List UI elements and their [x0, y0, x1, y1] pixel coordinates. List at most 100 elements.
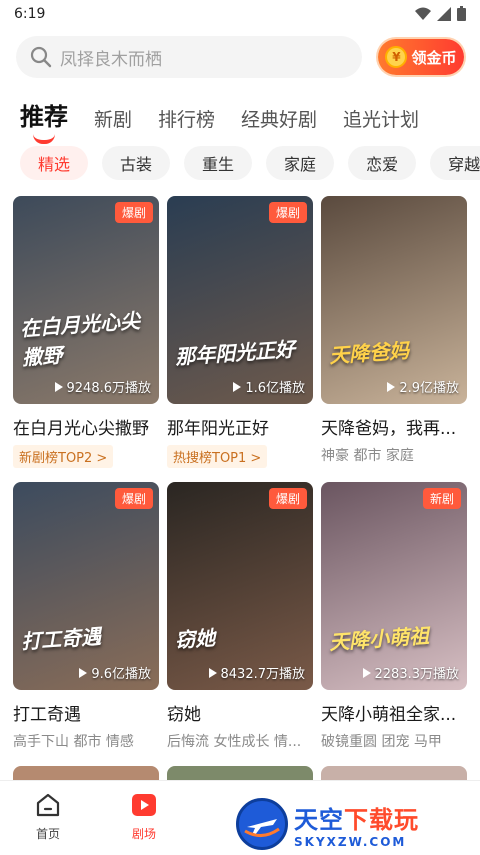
drama-card[interactable]: 天降爸妈 2.9亿播放 天降爸妈，我再... 神豪 都市 家庭 [321, 196, 467, 465]
watermark-cn-accent: 下载玩 [344, 805, 419, 834]
drama-card[interactable]: 那年阳光正好 爆剧 1.6亿播放 那年阳光正好 热搜榜TOP1 > [167, 196, 313, 468]
drama-poster[interactable]: 天降爸妈 2.9亿播放 [321, 196, 467, 404]
play-icon [79, 667, 88, 678]
claim-coins-button[interactable]: ¥ 领金币 [378, 39, 464, 75]
watermark-cn: 天空下载玩 [294, 800, 419, 835]
drama-poster[interactable]: 打工奇遇 爆剧 9.6亿播放 [13, 482, 159, 690]
play-count-text: 8432.7万播放 [220, 667, 306, 682]
coin-icon: ¥ [385, 46, 408, 68]
nav-home[interactable]: 首页 [8, 791, 88, 842]
wifi-icon [415, 7, 431, 20]
drama-title[interactable]: 窃她 [167, 700, 313, 725]
play-theater-icon [132, 794, 156, 816]
play-count: 9.6亿播放 [79, 663, 151, 682]
search-placeholder: 凤择良木而栖 [60, 49, 162, 70]
next-row-poster-peek [13, 766, 159, 780]
tab-new-dramas[interactable]: 新剧 [94, 105, 132, 140]
nav-label: 剧场 [131, 827, 156, 841]
tab-classics[interactable]: 经典好剧 [241, 105, 317, 140]
signal-icon [437, 6, 451, 21]
search-input[interactable]: 凤择良木而栖 [16, 36, 362, 78]
drama-card[interactable]: 打工奇遇 爆剧 9.6亿播放 打工奇遇 高手下山 都市 情感 [13, 482, 159, 751]
drama-title[interactable]: 天降小萌祖全家... [321, 700, 467, 725]
nav-theater[interactable]: 剧场 [104, 791, 184, 842]
drama-title[interactable]: 在白月光心尖撒野 [13, 414, 159, 439]
rank-tag[interactable]: 新剧榜TOP2 > [13, 445, 114, 468]
chip-time-travel[interactable]: 穿越 [430, 146, 480, 180]
drama-card[interactable]: 天降小萌祖 新剧 2283.3万播放 天降小萌祖全家... 破镜重圆 团宠 马甲 [321, 482, 467, 751]
watermark-en: SKYXZW.COM [294, 834, 407, 849]
site-watermark: 天空下载玩 SKYXZW.COM [236, 794, 480, 854]
drama-title[interactable]: 打工奇遇 [13, 700, 159, 725]
airplane-icon [244, 819, 280, 837]
category-chips: 精选 古装 重生 家庭 恋爱 穿越 [20, 146, 480, 180]
play-count: 1.6亿播放 [233, 377, 305, 396]
play-icon [362, 667, 371, 678]
home-icon [36, 793, 60, 817]
drama-title[interactable]: 天降爸妈，我再... [321, 414, 467, 439]
claim-coins-label: 领金币 [411, 48, 457, 67]
status-time: 6:19 [14, 6, 46, 22]
poster-title-art: 在白月光心尖撒野 [19, 308, 141, 370]
hot-badge: 爆剧 [114, 488, 153, 509]
play-icon [233, 381, 242, 392]
tab-recommend[interactable]: 推荐 [20, 97, 68, 144]
genre-tags: 后悔流 女性成长 情... [167, 734, 302, 750]
drama-poster[interactable]: 那年阳光正好 爆剧 1.6亿播放 [167, 196, 313, 404]
tab-label: 新剧 [94, 109, 133, 131]
genre-tags: 高手下山 都市 情感 [13, 734, 134, 750]
play-count: 9248.6万播放 [54, 377, 152, 396]
tab-label: 推荐 [20, 103, 68, 131]
genre-tags: 神豪 都市 家庭 [321, 448, 414, 464]
play-count: 8432.7万播放 [208, 663, 306, 682]
chip-rebirth[interactable]: 重生 [184, 146, 253, 180]
poster-title-art: 打工奇遇 [20, 624, 102, 654]
poster-title-art: 窃她 [174, 625, 216, 653]
play-icon [208, 667, 217, 678]
play-count-text: 2283.3万播放 [374, 667, 460, 682]
nav-label: 首页 [35, 827, 60, 841]
hot-badge: 爆剧 [114, 202, 153, 223]
poster-title-art: 天降小萌祖 [328, 623, 430, 655]
play-count-text: 9.6亿播放 [91, 667, 151, 682]
watermark-cn-main: 天空 [294, 805, 344, 834]
search-icon [30, 46, 52, 68]
drama-title[interactable]: 那年阳光正好 [167, 414, 313, 439]
poster-title-art: 那年阳光正好 [174, 336, 296, 370]
drama-poster[interactable]: 在白月光心尖撒野 爆剧 9248.6万播放 [13, 196, 159, 404]
poster-title-art: 天降爸妈 [328, 338, 410, 368]
chip-family[interactable]: 家庭 [266, 146, 335, 180]
active-tab-indicator [33, 134, 55, 144]
status-icons [415, 6, 466, 21]
status-bar: 6:19 [0, 0, 480, 30]
play-count-text: 2.9亿播放 [399, 381, 459, 396]
play-count: 2283.3万播放 [362, 663, 460, 682]
tab-label: 经典好剧 [241, 109, 318, 131]
hot-badge: 爆剧 [268, 488, 307, 509]
tab-spotlight-plan[interactable]: 追光计划 [343, 105, 419, 140]
drama-poster[interactable]: 天降小萌祖 新剧 2283.3万播放 [321, 482, 467, 690]
chip-featured[interactable]: 精选 [20, 146, 89, 180]
top-tabs: 推荐 新剧 排行榜 经典好剧 追光计划 [20, 96, 480, 144]
drama-card[interactable]: 在白月光心尖撒野 爆剧 9248.6万播放 在白月光心尖撒野 新剧榜TOP2 > [13, 196, 159, 468]
next-row-poster-peek [321, 766, 467, 780]
drama-card[interactable]: 窃她 爆剧 8432.7万播放 窃她 后悔流 女性成长 情... [167, 482, 313, 751]
chip-costume[interactable]: 古装 [102, 146, 171, 180]
drama-poster[interactable]: 窃她 爆剧 8432.7万播放 [167, 482, 313, 690]
battery-icon [457, 6, 466, 21]
play-count-text: 1.6亿播放 [245, 381, 305, 396]
tab-label: 追光计划 [343, 109, 420, 131]
tab-label: 排行榜 [158, 109, 216, 131]
play-icon [54, 381, 63, 392]
hot-badge: 爆剧 [268, 202, 307, 223]
watermark-text: 天空下载玩 SKYXZW.COM [294, 800, 419, 849]
next-row-poster-peek [167, 766, 313, 780]
tab-rankings[interactable]: 排行榜 [158, 105, 215, 140]
chip-romance[interactable]: 恋爱 [348, 146, 417, 180]
search-row: 凤择良木而栖 ¥ 领金币 [16, 36, 464, 78]
genre-tags: 破镜重圆 团宠 马甲 [321, 734, 442, 750]
play-count: 2.9亿播放 [387, 377, 459, 396]
watermark-logo [236, 798, 288, 850]
rank-tag[interactable]: 热搜榜TOP1 > [167, 445, 268, 468]
play-count-text: 9248.6万播放 [66, 381, 152, 396]
